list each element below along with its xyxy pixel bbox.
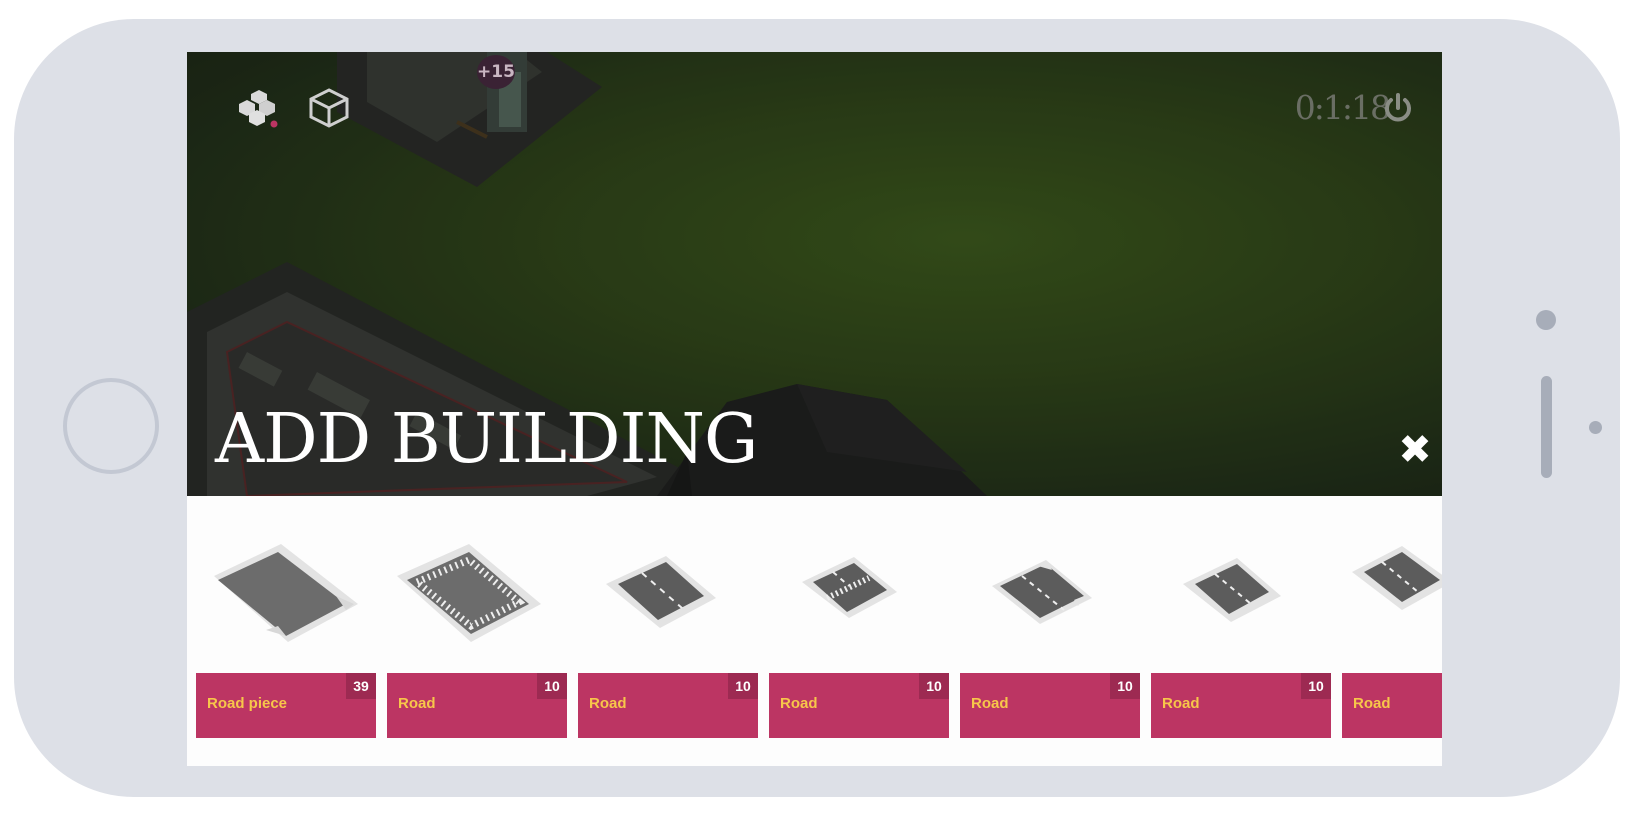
game-screen: +15 0:1:18 ADD BUILDING ✖ Road piece 39 … — [187, 52, 1442, 766]
card-name: Road — [780, 695, 818, 712]
card-count-badge: 10 — [919, 673, 949, 699]
building-card[interactable]: Road 10 — [578, 496, 758, 741]
card-count-badge: 10 — [1301, 673, 1331, 699]
building-card[interactable]: Road 10 — [387, 496, 567, 741]
panel-title: ADD BUILDING — [215, 400, 758, 479]
card-name: Road — [589, 695, 627, 712]
close-icon[interactable]: ✖ — [1397, 430, 1433, 470]
card-name: Road — [1162, 695, 1200, 712]
building-card[interactable]: Road piece 39 — [196, 496, 376, 741]
card-label: Road 10 — [578, 673, 758, 738]
card-name: Road piece — [207, 695, 288, 712]
city-icon[interactable] — [237, 86, 281, 130]
road-crosswalk-square-thumb — [397, 544, 541, 642]
card-label: Road — [1342, 673, 1442, 738]
card-count-badge: 10 — [537, 673, 567, 699]
building-card[interactable]: Road 10 — [769, 496, 949, 741]
road-straight-wide-thumb — [1183, 558, 1281, 622]
building-card[interactable]: Road — [1342, 496, 1442, 741]
card-name: Road — [1353, 695, 1391, 712]
road-crosswalk-thumb — [802, 557, 897, 618]
building-card[interactable]: Road 10 — [1151, 496, 1331, 741]
card-count-badge: 10 — [1110, 673, 1140, 699]
building-card-list: Road piece 39 Road 10 Road 10 Road 10 Ro… — [187, 496, 1442, 766]
sensor-dot — [1589, 421, 1602, 434]
card-count-badge: 10 — [728, 673, 758, 699]
game-timer: 0:1:18 — [1294, 88, 1391, 127]
cube-icon[interactable] — [307, 86, 351, 130]
camera-dot — [1536, 310, 1556, 330]
card-name: Road — [398, 695, 436, 712]
card-label: Road 10 — [960, 673, 1140, 738]
speaker-slot — [1541, 376, 1552, 478]
road-straight-thumb — [606, 556, 716, 628]
city-scene: +15 0:1:18 ADD BUILDING ✖ — [187, 52, 1442, 496]
card-name: Road — [971, 695, 1009, 712]
card-label: Road 10 — [769, 673, 949, 738]
building-card[interactable]: Road 10 — [960, 496, 1140, 741]
road-piece-thumb — [214, 544, 358, 642]
home-button[interactable] — [63, 378, 159, 474]
score-badge: +15 — [477, 55, 515, 89]
road-corner-thumb — [992, 560, 1092, 624]
card-label: Road piece 39 — [196, 673, 376, 738]
power-icon[interactable] — [1380, 90, 1416, 126]
road-partial-thumb — [1352, 546, 1442, 610]
card-label: Road 10 — [1151, 673, 1331, 738]
card-label: Road 10 — [387, 673, 567, 738]
card-count-badge: 39 — [346, 673, 376, 699]
